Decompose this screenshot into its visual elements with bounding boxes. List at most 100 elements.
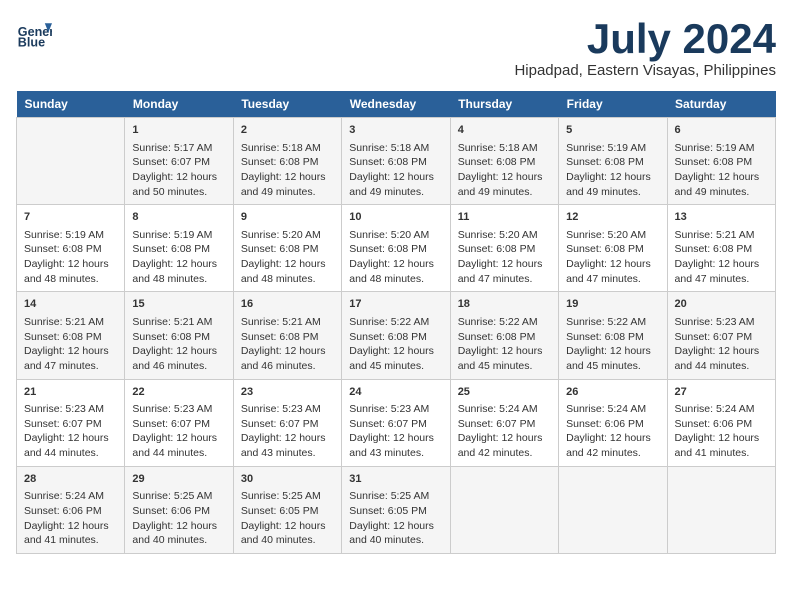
calendar-cell: 29Sunrise: 5:25 AM Sunset: 6:06 PM Dayli… xyxy=(125,466,233,553)
calendar-cell: 1Sunrise: 5:17 AM Sunset: 6:07 PM Daylig… xyxy=(125,118,233,205)
calendar-cell: 7 Sunrise: 5:19 AM Sunset: 6:08 PM Daylig… xyxy=(17,205,125,292)
day-number: 25 xyxy=(458,385,551,400)
cell-content: Sunrise: 5:20 AM Sunset: 6:08 PM Dayligh… xyxy=(241,228,334,287)
day-number: 9 xyxy=(241,210,334,225)
calendar-week-row: 7 Sunrise: 5:19 AM Sunset: 6:08 PM Daylig… xyxy=(17,205,776,292)
cell-content: Sunrise: 5:23 AM Sunset: 6:07 PM Dayligh… xyxy=(241,402,334,461)
calendar-cell: 21 Sunrise: 5:23 AM Sunset: 6:07 PM Dayli… xyxy=(17,379,125,466)
cell-content: Sunrise: 5:23 AM Sunset: 6:07 PM Dayligh… xyxy=(132,402,225,461)
cell-content: Sunrise: 5:20 AM Sunset: 6:08 PM Dayligh… xyxy=(458,228,551,287)
day-number: 23 xyxy=(241,385,334,400)
calendar-cell: 27 Sunrise: 5:24 AM Sunset: 6:06 PM Dayli… xyxy=(667,379,775,466)
day-number: 6 xyxy=(675,123,768,138)
calendar-cell: 9 Sunrise: 5:20 AM Sunset: 6:08 PM Daylig… xyxy=(233,205,341,292)
cell-content: Sunrise: 5:21 AM Sunset: 6:08 PM Dayligh… xyxy=(675,228,768,287)
day-number: 28 xyxy=(24,472,117,487)
header-monday: Monday xyxy=(125,91,233,118)
cell-content: Sunrise: 5:19 AM Sunset: 6:08 PM Dayligh… xyxy=(566,141,659,200)
day-number: 12 xyxy=(566,210,659,225)
cell-content: Sunrise: 5:21 AM Sunset: 6:08 PM Dayligh… xyxy=(241,315,334,374)
cell-content: Sunrise: 5:21 AM Sunset: 6:08 PM Dayligh… xyxy=(132,315,225,374)
day-number: 11 xyxy=(458,210,551,225)
day-number: 5 xyxy=(566,123,659,138)
calendar-cell: 20 Sunrise: 5:23 AM Sunset: 6:07 PM Dayli… xyxy=(667,292,775,379)
header-friday: Friday xyxy=(559,91,667,118)
day-number: 2 xyxy=(241,123,334,138)
day-number: 22 xyxy=(132,385,225,400)
calendar-cell: 22 Sunrise: 5:23 AM Sunset: 6:07 PM Dayli… xyxy=(125,379,233,466)
cell-content: Sunrise: 5:20 AM Sunset: 6:08 PM Dayligh… xyxy=(566,228,659,287)
cell-content: Sunrise: 5:22 AM Sunset: 6:08 PM Dayligh… xyxy=(349,315,442,374)
day-number: 31 xyxy=(349,472,442,487)
svg-text:Blue: Blue xyxy=(18,36,45,50)
calendar-cell: 13 Sunrise: 5:21 AM Sunset: 6:08 PM Dayli… xyxy=(667,205,775,292)
calendar-cell xyxy=(450,466,558,553)
calendar-cell: 24Sunrise: 5:23 AM Sunset: 6:07 PM Dayli… xyxy=(342,379,450,466)
calendar-table: SundayMondayTuesdayWednesdayThursdayFrid… xyxy=(16,91,776,554)
page-header: General Blue July 2024 Hipadpad, Eastern… xyxy=(16,16,776,79)
cell-content: Sunrise: 5:24 AM Sunset: 6:06 PM Dayligh… xyxy=(566,402,659,461)
page-title: July 2024 xyxy=(514,16,776,62)
calendar-cell xyxy=(559,466,667,553)
cell-content: Sunrise: 5:20 AM Sunset: 6:08 PM Dayligh… xyxy=(349,228,442,287)
day-number: 4 xyxy=(458,123,551,138)
cell-content: Sunrise: 5:25 AM Sunset: 6:05 PM Dayligh… xyxy=(349,489,442,548)
calendar-cell xyxy=(667,466,775,553)
calendar-cell: 17 Sunrise: 5:22 AM Sunset: 6:08 PM Dayli… xyxy=(342,292,450,379)
cell-content: Sunrise: 5:25 AM Sunset: 6:06 PM Dayligh… xyxy=(132,489,225,548)
day-number: 14 xyxy=(24,297,117,312)
day-number: 24 xyxy=(349,385,442,400)
calendar-cell: 14Sunrise: 5:21 AM Sunset: 6:08 PM Dayli… xyxy=(17,292,125,379)
calendar-cell: 4 Sunrise: 5:18 AM Sunset: 6:08 PM Daylig… xyxy=(450,118,558,205)
cell-content: Sunrise: 5:18 AM Sunset: 6:08 PM Dayligh… xyxy=(458,141,551,200)
day-number: 13 xyxy=(675,210,768,225)
day-number: 7 xyxy=(24,210,117,225)
calendar-cell: 10 Sunrise: 5:20 AM Sunset: 6:08 PM Dayli… xyxy=(342,205,450,292)
calendar-cell: 16Sunrise: 5:21 AM Sunset: 6:08 PM Dayli… xyxy=(233,292,341,379)
calendar-cell: 31 Sunrise: 5:25 AM Sunset: 6:05 PM Dayli… xyxy=(342,466,450,553)
calendar-cell: 23 Sunrise: 5:23 AM Sunset: 6:07 PM Dayli… xyxy=(233,379,341,466)
day-number: 3 xyxy=(349,123,442,138)
day-number: 30 xyxy=(241,472,334,487)
calendar-cell: 11 Sunrise: 5:20 AM Sunset: 6:08 PM Dayli… xyxy=(450,205,558,292)
header-sunday: Sunday xyxy=(17,91,125,118)
day-number: 8 xyxy=(132,210,225,225)
calendar-week-row: 1Sunrise: 5:17 AM Sunset: 6:07 PM Daylig… xyxy=(17,118,776,205)
cell-content: Sunrise: 5:24 AM Sunset: 6:07 PM Dayligh… xyxy=(458,402,551,461)
calendar-cell: 30Sunrise: 5:25 AM Sunset: 6:05 PM Dayli… xyxy=(233,466,341,553)
day-number: 18 xyxy=(458,297,551,312)
cell-content: Sunrise: 5:19 AM Sunset: 6:08 PM Dayligh… xyxy=(132,228,225,287)
title-section: July 2024 Hipadpad, Eastern Visayas, Phi… xyxy=(514,16,776,79)
calendar-cell xyxy=(17,118,125,205)
calendar-cell: 26 Sunrise: 5:24 AM Sunset: 6:06 PM Dayli… xyxy=(559,379,667,466)
calendar-week-row: 28Sunrise: 5:24 AM Sunset: 6:06 PM Dayli… xyxy=(17,466,776,553)
page-subtitle: Hipadpad, Eastern Visayas, Philippines xyxy=(514,62,776,79)
cell-content: Sunrise: 5:23 AM Sunset: 6:07 PM Dayligh… xyxy=(24,402,117,461)
day-number: 15 xyxy=(132,297,225,312)
cell-content: Sunrise: 5:19 AM Sunset: 6:08 PM Dayligh… xyxy=(24,228,117,287)
logo-icon: General Blue xyxy=(16,16,52,52)
calendar-header-row: SundayMondayTuesdayWednesdayThursdayFrid… xyxy=(17,91,776,118)
day-number: 21 xyxy=(24,385,117,400)
header-wednesday: Wednesday xyxy=(342,91,450,118)
day-number: 27 xyxy=(675,385,768,400)
day-number: 17 xyxy=(349,297,442,312)
calendar-cell: 12 Sunrise: 5:20 AM Sunset: 6:08 PM Dayli… xyxy=(559,205,667,292)
day-number: 1 xyxy=(132,123,225,138)
calendar-cell: 25 Sunrise: 5:24 AM Sunset: 6:07 PM Dayli… xyxy=(450,379,558,466)
cell-content: Sunrise: 5:19 AM Sunset: 6:08 PM Dayligh… xyxy=(675,141,768,200)
calendar-week-row: 21 Sunrise: 5:23 AM Sunset: 6:07 PM Dayli… xyxy=(17,379,776,466)
cell-content: Sunrise: 5:23 AM Sunset: 6:07 PM Dayligh… xyxy=(675,315,768,374)
day-number: 19 xyxy=(566,297,659,312)
calendar-cell: 5 Sunrise: 5:19 AM Sunset: 6:08 PM Daylig… xyxy=(559,118,667,205)
header-tuesday: Tuesday xyxy=(233,91,341,118)
cell-content: Sunrise: 5:22 AM Sunset: 6:08 PM Dayligh… xyxy=(566,315,659,374)
cell-content: Sunrise: 5:22 AM Sunset: 6:08 PM Dayligh… xyxy=(458,315,551,374)
day-number: 10 xyxy=(349,210,442,225)
logo: General Blue xyxy=(16,16,52,52)
calendar-cell: 3Sunrise: 5:18 AM Sunset: 6:08 PM Daylig… xyxy=(342,118,450,205)
day-number: 26 xyxy=(566,385,659,400)
calendar-cell: 8 Sunrise: 5:19 AM Sunset: 6:08 PM Daylig… xyxy=(125,205,233,292)
day-number: 20 xyxy=(675,297,768,312)
cell-content: Sunrise: 5:24 AM Sunset: 6:06 PM Dayligh… xyxy=(675,402,768,461)
